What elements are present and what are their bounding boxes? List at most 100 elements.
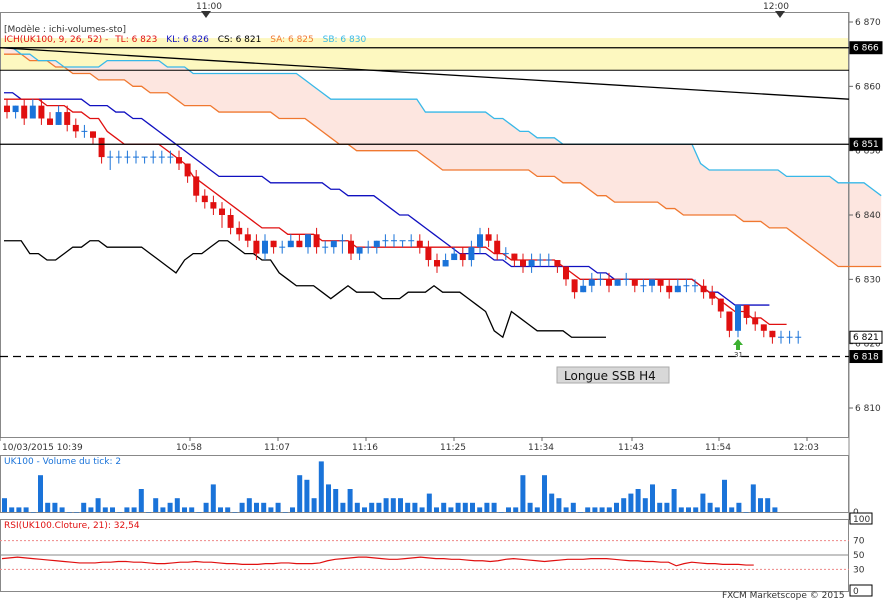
template-label: [Modèle : ichi-volumes-sto]: [4, 24, 126, 35]
volume-bar: [95, 498, 101, 512]
candle: [614, 279, 621, 286]
svg-text:12:00: 12:00: [763, 2, 789, 12]
volume-bar: [578, 512, 583, 513]
volume-bar: [513, 507, 519, 512]
annotation-text: Longue SSB H4: [564, 369, 656, 383]
volume-bar: [714, 507, 720, 512]
volume-bar: [174, 498, 180, 512]
volume-bar: [419, 507, 425, 512]
volume-bar: [66, 512, 72, 513]
time-tick-label: 11:07: [264, 443, 290, 453]
volume-bar: [758, 498, 763, 512]
time-tick-label: 11:16: [352, 443, 378, 453]
volume-bar: [340, 502, 346, 512]
volume-bar: [246, 498, 252, 512]
volume-bar: [527, 502, 533, 512]
volume-bar: [563, 507, 569, 512]
volume-bar: [74, 512, 79, 513]
volume-bar: [470, 502, 475, 512]
price-tag-label: 6 818: [853, 353, 879, 363]
price-tag-label: 6 866: [853, 44, 879, 54]
volume-bar: [642, 498, 648, 512]
volume-bar: [153, 498, 159, 512]
volume-bar: [484, 502, 490, 512]
volume-bar: [117, 512, 123, 513]
price-tick-label: 6 870: [855, 18, 881, 28]
price-tick-label: 6 840: [855, 211, 881, 221]
volume-bar: [765, 498, 771, 512]
volume-bar: [290, 507, 295, 512]
volume-bar: [254, 502, 259, 512]
volume-bar: [383, 498, 389, 512]
volume-bar: [304, 479, 310, 512]
volume-bar: [88, 507, 94, 512]
volume-bar: [38, 475, 43, 512]
volume-bar: [16, 507, 22, 512]
volume-bar: [2, 498, 7, 512]
rsi-level-label: 50: [853, 551, 865, 561]
volume-bar: [239, 502, 245, 512]
time-tick-label: 11:54: [705, 443, 731, 453]
volume-bar: [556, 498, 562, 512]
svg-text:11:00: 11:00: [196, 2, 222, 12]
volume-bar: [628, 493, 634, 512]
volume-bar: [398, 498, 403, 512]
volume-bar: [621, 498, 627, 512]
volume-bar: [426, 493, 432, 512]
time-tick-label: 11:43: [618, 443, 644, 453]
trading-chart[interactable]: 11:00 12:00 [Modèle : ichi-volumes-sto] …: [0, 0, 892, 600]
signal-number: 31: [734, 351, 743, 359]
volume-bar: [23, 507, 29, 512]
volume-bar: [520, 475, 526, 512]
volume-bar: [686, 507, 691, 512]
time-tick-label: 12:03: [793, 443, 819, 453]
volume-bar: [441, 502, 447, 512]
time-tick-label: 10/03/2015 10:39: [2, 443, 83, 453]
volume-bar: [167, 502, 173, 512]
price-tick-label: 6 810: [855, 404, 881, 414]
volume-bar: [282, 512, 288, 513]
volume-bar: [678, 507, 684, 512]
volume-bar: [30, 512, 36, 513]
volume-bar: [318, 461, 324, 512]
volume-bar: [160, 507, 166, 512]
volume-bar: [146, 512, 151, 513]
volume-bar: [693, 507, 699, 512]
volume-bar: [81, 502, 87, 512]
volume-bar: [218, 507, 223, 512]
volume-bar: [542, 475, 547, 512]
volume-bar: [614, 502, 619, 512]
volume-bar: [772, 507, 778, 512]
volume-bar: [124, 507, 130, 512]
volume-bar: [354, 502, 360, 512]
volume-bar: [203, 502, 209, 512]
volume-bar: [707, 502, 713, 512]
footer-copyright: FXCM Marketscope © 2015: [722, 591, 845, 600]
volume-bar: [592, 507, 598, 512]
volume-bar: [722, 479, 727, 512]
volume-bar: [498, 512, 504, 513]
volume-bar: [657, 502, 663, 512]
volume-bar: [455, 502, 461, 512]
volume-title: UK100 - Volume du tick: 2: [4, 457, 121, 467]
ichimoku-legend: ICH(UK100, 9, 26, 52) - TL: 6 823 KL: 6 …: [4, 35, 366, 45]
volume-bar: [534, 507, 540, 512]
volume-bar: [477, 507, 483, 512]
volume-bar: [736, 502, 742, 512]
volume-bar: [448, 507, 454, 512]
volume-bar: [369, 502, 375, 512]
volume-bar: [750, 484, 756, 512]
volume-bar: [102, 507, 108, 512]
volume-bar: [462, 502, 468, 512]
rsi-level-label: 30: [853, 565, 865, 575]
volume-bar: [275, 502, 281, 512]
volume-bar: [347, 489, 353, 512]
volume-bar: [326, 484, 331, 512]
price-tag-label: 6 851: [853, 140, 879, 150]
volume-bar: [599, 507, 605, 512]
price-tag-label: 6 821: [853, 333, 879, 343]
volume-bar: [52, 502, 58, 512]
volume-bar: [390, 498, 396, 512]
volume-bar: [311, 498, 317, 512]
volume-bar: [268, 507, 274, 512]
